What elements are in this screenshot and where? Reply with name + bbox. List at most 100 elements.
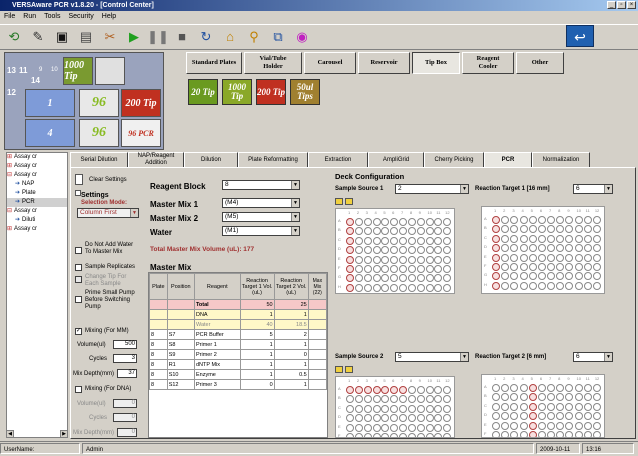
well[interactable] [346,404,354,413]
well[interactable] [537,234,546,243]
well[interactable] [425,274,434,283]
well[interactable] [346,283,354,292]
well[interactable] [510,393,519,402]
well[interactable] [443,246,452,255]
table-row[interactable]: 8 S12 Primer 301 [149,379,327,390]
well[interactable] [556,281,565,290]
table-row[interactable]: 8 S8 Primer 111 [149,339,327,350]
well[interactable] [425,227,434,236]
tipbox-20[interactable]: 20 Tip [188,79,218,105]
well[interactable] [363,274,372,283]
menu-run[interactable]: Run [23,11,36,23]
well[interactable] [501,225,510,234]
well[interactable] [592,234,601,243]
well[interactable] [510,281,519,290]
sample-source-1-select[interactable]: 2 ▼ [395,184,469,194]
well[interactable] [565,263,574,271]
cycles2-input[interactable]: 0 [113,413,137,422]
well[interactable] [434,404,443,413]
well[interactable] [547,281,555,290]
report-icon[interactable]: ▤ [76,27,96,47]
well[interactable] [399,423,407,432]
well[interactable] [510,272,519,281]
well[interactable] [501,272,510,281]
well[interactable] [574,412,583,421]
stop-icon[interactable]: ■ [172,27,192,47]
well[interactable] [381,274,390,283]
well[interactable] [354,386,363,394]
well[interactable] [492,272,500,281]
well[interactable] [537,421,546,430]
mix-depth-input[interactable]: 37 [117,369,137,378]
well[interactable] [556,253,565,262]
well[interactable] [443,283,452,292]
well[interactable] [519,431,528,437]
well[interactable] [381,246,390,255]
well[interactable] [425,265,434,273]
well[interactable] [363,255,372,264]
well[interactable] [443,236,452,245]
well[interactable] [416,274,425,283]
well[interactable] [547,402,555,411]
sample-replicates-checkbox[interactable] [75,264,82,271]
well[interactable] [390,218,399,226]
well[interactable] [574,402,583,411]
well[interactable] [583,272,592,281]
tree-item[interactable]: ➔ Diluti [7,216,67,225]
mix-depth2-input[interactable]: 0 [117,428,137,437]
edit-icon[interactable]: ✎ [28,27,48,47]
well[interactable] [556,421,565,430]
tree-scroll-right[interactable]: ▶ [60,430,68,438]
well[interactable] [416,414,425,423]
well[interactable] [547,393,555,402]
category-reservoir[interactable]: Reservoir [358,52,410,74]
well[interactable] [443,274,452,283]
well[interactable] [363,236,372,245]
well[interactable] [354,236,363,245]
well[interactable] [583,402,592,411]
well[interactable] [425,404,434,413]
well[interactable] [381,265,390,273]
well[interactable] [390,227,399,236]
well[interactable] [381,414,390,423]
well[interactable] [519,253,528,262]
well[interactable] [592,393,601,402]
tab-serial-dilution[interactable]: Serial Dilution [70,152,128,167]
well[interactable] [583,412,592,421]
well[interactable] [492,421,500,430]
well[interactable] [492,393,500,402]
well[interactable] [443,433,452,437]
well[interactable] [354,227,363,236]
well[interactable] [434,218,443,226]
well[interactable] [492,216,500,224]
well[interactable] [363,283,372,292]
well[interactable] [407,218,416,226]
well[interactable] [425,414,434,423]
well[interactable] [416,283,425,292]
well[interactable] [519,225,528,234]
well[interactable] [399,255,407,264]
well[interactable] [537,216,546,224]
well[interactable] [537,384,546,392]
well[interactable] [556,412,565,421]
close-button[interactable]: × [627,1,636,9]
well[interactable] [346,246,354,255]
well[interactable] [372,414,381,423]
well[interactable] [407,274,416,283]
well[interactable] [363,433,372,437]
well[interactable] [501,402,510,411]
well[interactable] [372,395,381,404]
search-icon[interactable]: ⚲ [244,27,264,47]
well[interactable] [519,384,528,392]
well[interactable] [501,216,510,224]
well[interactable] [501,234,510,243]
well[interactable] [363,423,372,432]
well[interactable] [537,244,546,253]
well[interactable] [372,386,381,394]
category-standard-plates[interactable]: Standard Plates [186,52,242,74]
well[interactable] [528,384,537,392]
menu-help[interactable]: Help [102,11,116,23]
reaction-target-2-plate[interactable]: 1 2 3 4 5 6 7 8 9 10 11 12 A B C D E F [481,374,605,438]
well[interactable] [434,255,443,264]
well[interactable] [434,395,443,404]
